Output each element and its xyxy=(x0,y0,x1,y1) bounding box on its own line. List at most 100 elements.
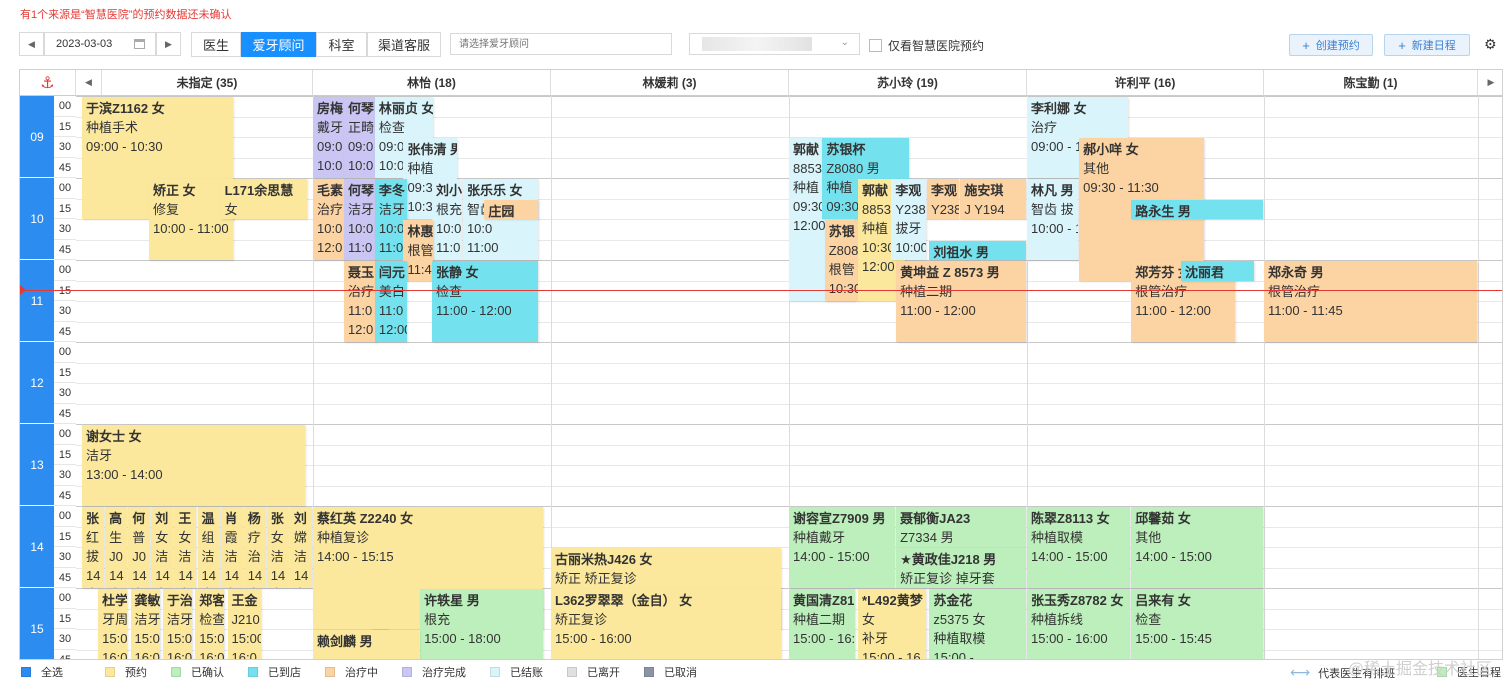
appointment-card[interactable]: 苏银 Z808 根管 10:30 12:00 xyxy=(824,220,860,301)
appointment-card[interactable]: 沈丽君 xyxy=(1181,261,1254,281)
appointment-card[interactable]: L171余思慧女 xyxy=(220,179,308,219)
appointment-card[interactable]: 何琴 洁牙 10:0 11:0 xyxy=(343,179,377,260)
column-header[interactable]: 未指定 (35) xyxy=(102,70,313,96)
appointment-card[interactable]: 谢女士 女洁牙 13:00 - 14:00 xyxy=(82,425,306,506)
appointment-card[interactable]: 于治 洁牙 15:0 16:0 xyxy=(162,589,192,659)
appointment-card[interactable]: 王女洁14女 xyxy=(174,507,197,588)
scroll-right-button[interactable]: ▶ xyxy=(1478,70,1502,96)
column-header[interactable]: 陈宝勤 (1) xyxy=(1264,70,1478,96)
hour-label: 11 xyxy=(20,260,54,342)
appointment-detail: 种植取模 xyxy=(933,631,986,646)
hour-label: 15 xyxy=(20,588,54,659)
source-select[interactable]: ⌄ xyxy=(689,33,860,55)
appointment-card[interactable]: 张玉秀Z8782 女种植拆线 15:00 - 16:00 xyxy=(1027,589,1131,659)
appointment-card[interactable]: 张红拔 14 女 xyxy=(82,507,105,588)
appointment-card[interactable]: 龚敏 洁牙 15:0 16:0 xyxy=(130,589,160,659)
checkbox[interactable] xyxy=(869,39,882,52)
legend-item[interactable]: 治疗完成 xyxy=(402,664,466,680)
appointment-card[interactable]: 聂郁衡JA23 Z7334 男 xyxy=(896,507,1026,547)
appointment-card[interactable]: 刘嫦洁 14 女 xyxy=(289,507,312,588)
appointment-card[interactable]: 林惠 根管 11:4 xyxy=(403,220,434,281)
appointment-card[interactable]: 谢容宣Z7909 男种植戴牙 14:00 - 15:00 xyxy=(789,507,896,588)
appointment-detail: 10:0 xyxy=(436,221,462,236)
appointment-card[interactable]: 高生 J0 14 女 xyxy=(105,507,128,588)
patient-name: 何琴 xyxy=(347,183,374,198)
column-header[interactable]: 苏小玲 (19) xyxy=(789,70,1027,96)
appointment-card[interactable]: 王金 J210 15:00 16:0 xyxy=(227,589,262,659)
appointment-card[interactable]: 苏金花 z5375 女种植取模 15:00 - xyxy=(929,589,1026,659)
appointment-card[interactable]: 赖剑麟 男 xyxy=(313,630,420,659)
legend-item[interactable]: 已结账 xyxy=(490,664,543,680)
create-schedule-button[interactable]: + 新建日程 xyxy=(1384,34,1470,56)
legend-swatch xyxy=(567,667,577,677)
legend-item[interactable]: 已取消 xyxy=(644,664,697,680)
appointment-card[interactable]: 黄国清Z81 种植二期 15:00 - 16:00 xyxy=(789,589,855,659)
next-day-button[interactable]: ▶ xyxy=(156,32,181,56)
column-header[interactable]: 林怡 (18) xyxy=(313,70,551,96)
appointment-card[interactable]: L362罗翠翠（金自） 女矫正复诊 15:00 - 16:00 xyxy=(551,589,781,659)
appointment-detail: 14:00 - 15:00 xyxy=(1031,549,1108,564)
appointment-card[interactable]: 闫元美白 11:0 12:00 xyxy=(374,261,408,342)
appointment-card[interactable]: 温组洁 14 女 xyxy=(197,507,220,588)
appointment-card[interactable]: 杜学 牙周 15:0 16:0 xyxy=(98,589,128,659)
appointment-card[interactable]: 许轶星 男根充 15:00 - 18:00 xyxy=(420,589,543,659)
minute-label: 00 xyxy=(54,178,76,199)
appointment-detail: 11:00 xyxy=(466,240,499,255)
anchor-icon[interactable]: ⚓ xyxy=(20,70,76,96)
appointment-card[interactable]: 施安琪 J Y194 xyxy=(960,179,1026,219)
legend-item[interactable]: 全选 xyxy=(21,664,63,680)
appointment-card[interactable]: 庄园 xyxy=(484,199,539,219)
appointment-detail: 根充 xyxy=(424,612,451,627)
chevron-down-icon: ⌄ xyxy=(840,37,849,48)
appointment-card[interactable]: 李冬 洁牙 10:0 11:0 xyxy=(374,179,408,260)
appointment-card[interactable]: 邱馨茹 女其他 14:00 - 15:00 xyxy=(1131,507,1263,588)
appointment-card[interactable]: 刘小 根充 10:0 11:0 xyxy=(432,179,462,260)
gear-icon[interactable]: ⚙ xyxy=(1484,36,1497,53)
tab-dental-consultant[interactable]: 爱牙顾问 xyxy=(241,32,316,57)
appointment-card[interactable]: 张静 女检查 11:00 - 12:00 xyxy=(432,261,539,342)
legend-label: 全选 xyxy=(41,667,63,679)
appointment-card[interactable]: 陈翠Z8113 女种植取模 14:00 - 15:00 xyxy=(1027,507,1131,588)
appointment-card[interactable]: 房梅 戴牙 09:0 10:0 xyxy=(313,97,346,178)
scroll-left-button[interactable]: ◀ xyxy=(76,70,102,96)
date-picker[interactable]: 2023-03-03 xyxy=(44,32,156,56)
appointment-card[interactable]: 何琴 正畸 09:0 10:0 xyxy=(343,97,377,178)
tab-channel-service[interactable]: 渠道客服 xyxy=(367,32,441,57)
appointment-card[interactable]: ★黄政佳J218 男矫正复诊 掉牙套 xyxy=(896,548,1026,588)
appointment-card[interactable]: 李观 Y238 拔牙 10:00 10:0 xyxy=(891,179,927,260)
appointment-card[interactable]: 路永生 男 xyxy=(1131,199,1263,219)
date-value: 2023-03-03 xyxy=(56,38,113,50)
legend-item[interactable]: 治疗中 xyxy=(325,664,378,680)
legend-swatch xyxy=(248,667,258,677)
appointment-card[interactable]: 张女洁14女 xyxy=(266,507,289,588)
column-header[interactable]: 林媛莉 (3) xyxy=(551,70,789,96)
appointment-card[interactable]: 郑客 检查 15:0 16:0 xyxy=(195,589,225,659)
appointment-card[interactable]: 张乐乐 女智齿 10:0 11:00 xyxy=(462,179,539,260)
appointment-card[interactable]: 刘祖水 男 xyxy=(929,240,1026,260)
legend-item[interactable]: 已到店 xyxy=(248,664,301,680)
tab-doctor[interactable]: 医生 xyxy=(191,32,241,57)
appointment-card[interactable]: 黄坤益 Z 8573 男种植二期 11:00 - 12:00 xyxy=(896,261,1026,342)
appointment-card[interactable]: 刘女洁14女 xyxy=(151,507,174,588)
appointment-card[interactable]: 何普 J0 14 女 xyxy=(128,507,151,588)
consultant-search-input[interactable] xyxy=(450,33,672,55)
tab-department[interactable]: 科室 xyxy=(316,32,367,57)
column-header[interactable]: 许利平 (16) xyxy=(1027,70,1264,96)
legend-item[interactable]: 已确认 xyxy=(171,664,224,680)
appointment-card[interactable]: 聂玉 治疗 11:0 12:0 xyxy=(343,261,377,342)
appointment-card[interactable]: 李观 Y238 xyxy=(927,179,960,219)
appointment-detail: 15:0 xyxy=(134,631,160,646)
appointment-card[interactable]: 杨疗治 14 女 xyxy=(243,507,266,588)
appointment-card[interactable]: 毛素 治疗 10:0 12:0 xyxy=(313,179,346,260)
create-appointment-button[interactable]: + 创建预约 xyxy=(1289,34,1373,56)
legend-item[interactable]: 预约 xyxy=(105,664,147,680)
appointment-card[interactable]: 郑永奇 男根管治疗 11:00 - 11:45 xyxy=(1264,261,1477,342)
appointment-card[interactable]: 林凡 男智齿 拔 10:00 - 11:00 xyxy=(1027,179,1079,260)
smart-hospital-filter[interactable]: 仅看智慧医院预约 xyxy=(869,37,984,54)
appointment-card[interactable]: *L492黄梦女补牙 15:00 - 16 xyxy=(858,589,927,659)
appointment-card[interactable]: 吕来有 女检查 15:00 - 15:45 xyxy=(1131,589,1263,659)
patient-name: 聂玉 xyxy=(347,265,374,280)
appointment-card[interactable]: 肖霞洁 14 女 xyxy=(220,507,243,588)
legend-item[interactable]: 已离开 xyxy=(567,664,620,680)
prev-day-button[interactable]: ◀ xyxy=(19,32,44,56)
